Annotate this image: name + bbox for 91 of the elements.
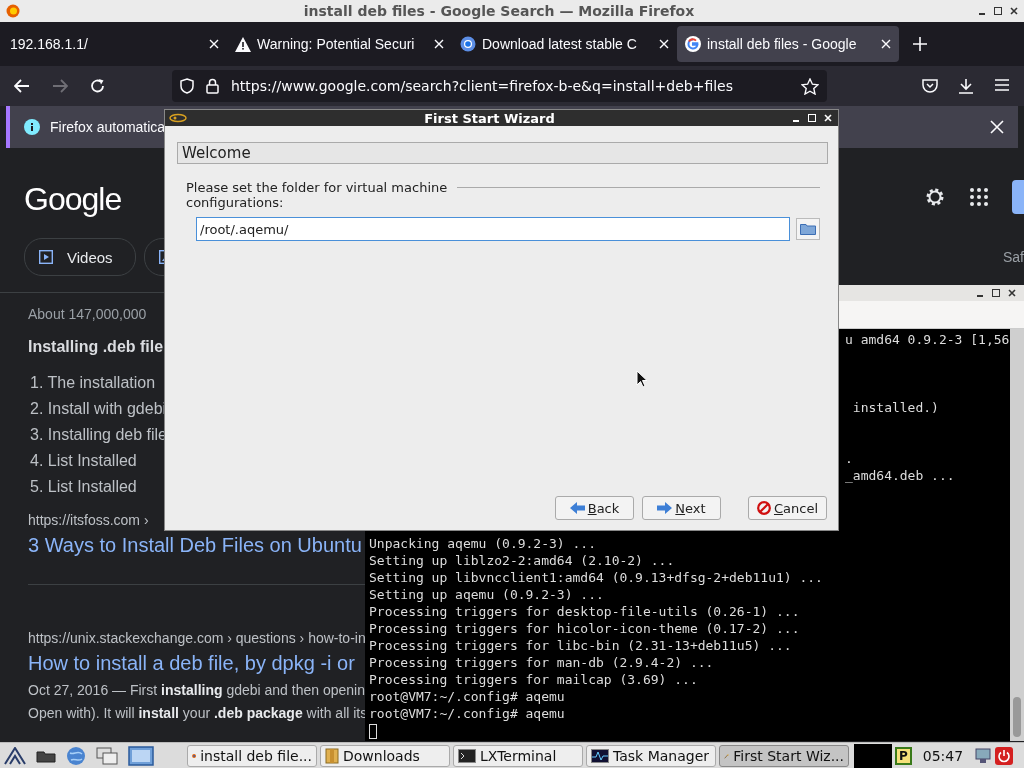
download-icon[interactable] (958, 78, 974, 94)
terminal-line: Processing triggers for desktop-file-utils (0.26-1) ... (369, 603, 801, 620)
folder-field[interactable]: /root/.aqemu/ (196, 217, 790, 241)
folder-icon (800, 223, 816, 235)
warning-icon (235, 36, 251, 52)
left-arrow-icon (569, 502, 585, 514)
snippet-list-item: 1. The installation (29, 373, 156, 393)
maximize-icon[interactable] (992, 289, 1000, 297)
mouse-pointer-icon (636, 370, 648, 388)
terminal-line: Processing triggers for hicolor-icon-theme (0.17-2) ... (369, 620, 801, 637)
chrome-icon (460, 36, 476, 52)
windows-icon[interactable] (96, 747, 118, 765)
pocket-icon[interactable] (922, 78, 938, 93)
clock[interactable]: 05:47 (922, 748, 964, 764)
notification-text: Firefox automatica (50, 119, 166, 135)
maximize-icon[interactable] (994, 7, 1002, 15)
folder-label: Please set the folder for virtual machine configurations: (186, 180, 449, 210)
taskbar-button[interactable]: install deb file... (187, 745, 317, 767)
back-icon[interactable] (14, 79, 30, 93)
cancel-button[interactable]: Cancel (748, 496, 827, 520)
app-icon (169, 113, 187, 123)
result-url: https://itsfoss.com › (28, 512, 149, 530)
browser-tab[interactable]: Download latest stable C (452, 26, 677, 62)
result-snippet: Oct 27, 2016 — First installing gdebi and then openin (28, 682, 365, 700)
terminal-icon (458, 749, 476, 763)
browser-tab[interactable]: install deb files - Google (677, 26, 899, 62)
result-link[interactable]: How to install a deb file, by dpkg -i or (28, 652, 355, 682)
cpu-monitor (854, 744, 892, 768)
terminal-line: Processing triggers for mailcap (3.69) ... (369, 671, 699, 688)
address-bar[interactable]: https://www.google.com/search?client=firefox-b-e&q=install+deb+files (172, 70, 827, 102)
browser-tab[interactable]: Warning: Potential Securi (227, 26, 452, 62)
cancel-icon (756, 501, 771, 515)
taskbar-button[interactable]: LXTerminal (453, 745, 583, 767)
taskbar-button[interactable]: Downloads (320, 745, 450, 767)
forward-icon[interactable] (52, 79, 68, 93)
taskbar-button[interactable]: First Start Wiz... (719, 745, 849, 767)
google-logo[interactable]: Google (24, 181, 122, 218)
terminal-line: . (844, 450, 854, 467)
start-menu-icon[interactable] (4, 747, 26, 765)
lock-icon[interactable] (206, 78, 219, 94)
google-icon (685, 36, 701, 52)
new-tab-icon[interactable] (913, 37, 927, 51)
next-button[interactable]: Next (642, 496, 721, 520)
video-icon (39, 250, 53, 264)
activity-monitor-icon (591, 749, 609, 763)
safesearch-label[interactable]: Saf (1003, 249, 1024, 265)
star-icon[interactable] (801, 77, 819, 95)
apps-icon[interactable] (970, 188, 988, 206)
results-count: About 147,000,000 (28, 306, 147, 324)
scrollbar-thumb[interactable] (1013, 697, 1021, 737)
right-arrow-icon (657, 502, 673, 514)
result-url: https://unix.stackexchange.com › questions › how-to-in (28, 630, 366, 648)
terminal-line: u amd64 0.9.2-3 [1,56 (844, 331, 1010, 348)
terminal-line: root@VM7:~/.config# aqemu (369, 688, 566, 705)
browse-button[interactable] (796, 218, 820, 240)
desktop-icon[interactable] (128, 746, 154, 766)
back-button[interactable]: Back (555, 496, 634, 520)
close-icon[interactable] (1010, 7, 1018, 15)
terminal-line: Setting up libvncclient1:amd64 (0.9.13+dfsg-2+deb11u1) ... (369, 569, 824, 586)
terminal-line: Setting up aqemu (0.9.2-3) ... (369, 586, 605, 603)
terminal-line: Processing triggers for libc-bin (2.31-13+deb11u5) ... (369, 637, 793, 654)
snippet-heading: Installing .deb file (28, 338, 164, 357)
tray-icon[interactable]: P (895, 747, 912, 765)
terminal-line: _amd64.deb ... (844, 467, 956, 484)
shield-icon[interactable] (180, 78, 194, 94)
snippet-list-item: 4. List Installed (29, 451, 137, 471)
filter-chip[interactable]: Videos (24, 238, 136, 276)
close-icon[interactable] (1008, 289, 1016, 297)
globe-icon[interactable] (66, 746, 86, 766)
window-title: install deb files - Google Search — Mozilla Firefox (302, 3, 696, 19)
folder-icon[interactable] (36, 749, 56, 763)
terminal-line: Setting up liblzo2-2:amd64 (2.10-2) ... (369, 552, 676, 569)
reload-icon[interactable] (90, 78, 106, 94)
snippet-list-item: 5. List Installed (29, 477, 137, 497)
browser-tab[interactable]: 192.168.1.1/ (2, 26, 227, 62)
menu-icon[interactable] (994, 78, 1010, 92)
dialog-title: First Start Wizard (423, 110, 556, 126)
info-icon (24, 119, 40, 135)
taskbar-button[interactable]: Task Manager (586, 745, 716, 767)
power-icon[interactable] (995, 747, 1014, 765)
terminal-line: installed.) (851, 399, 940, 416)
terminal-line: Processing triggers for man-db (2.9.4-2) ... (369, 654, 715, 671)
terminal-line: Unpacking aqemu (0.9.2-3) ... (369, 535, 597, 552)
scrollbar[interactable] (1010, 329, 1024, 741)
terminal-line: root@VM7:~/.config# aqemu (369, 705, 566, 722)
result-link[interactable]: 3 Ways to Install Deb Files on Ubuntu (28, 534, 362, 564)
folder-icon (325, 748, 339, 764)
network-icon[interactable] (974, 748, 993, 764)
settings-icon[interactable] (924, 186, 946, 208)
text-cursor (369, 724, 377, 739)
page-heading: Welcome (177, 142, 828, 164)
